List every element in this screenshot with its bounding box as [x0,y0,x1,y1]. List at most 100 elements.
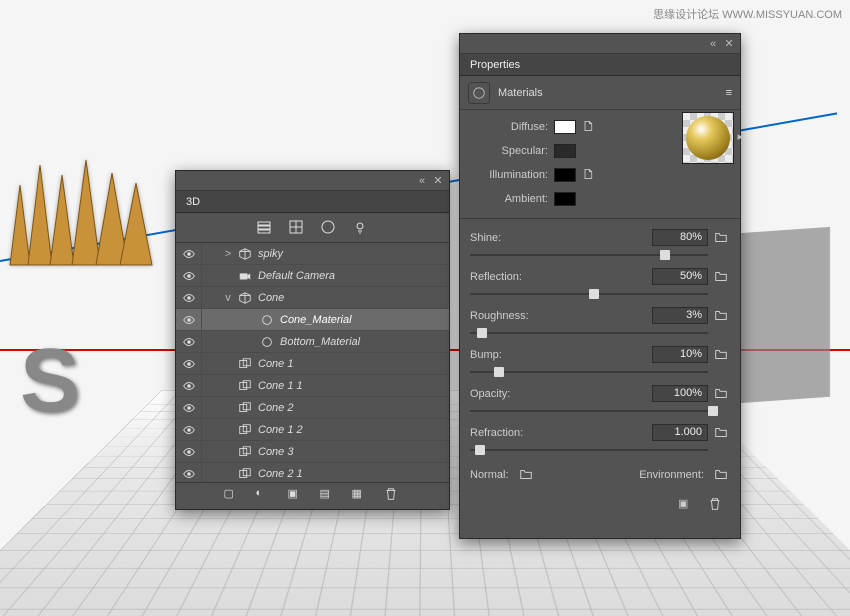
collapse-icon[interactable]: « [415,174,429,188]
slider-label: Opacity: [470,388,652,400]
color-swatch[interactable] [554,168,576,182]
filter-light-icon[interactable] [352,219,370,237]
slider-track[interactable] [470,404,708,418]
slider-track[interactable] [470,443,708,457]
tree-item-label: Cone 1 [258,358,293,370]
slider-track[interactable] [470,365,708,379]
visibility-toggle[interactable] [176,331,202,352]
tree-row[interactable]: vCone [176,287,449,309]
watermark: 思缘设计论坛 WWW.MISSYUAN.COM [653,6,842,22]
folder-icon[interactable] [714,269,730,285]
visibility-toggle[interactable] [176,287,202,308]
footer-render-icon[interactable]: ▤ [320,487,338,505]
slider-thumb[interactable] [475,445,485,455]
slider-value[interactable]: 10% [652,346,708,363]
tree-row[interactable]: Cone_Material [176,309,449,331]
folder-icon[interactable] [714,347,730,363]
tree-row[interactable]: > spiky [176,243,449,265]
visibility-toggle[interactable] [176,397,202,418]
tree-row[interactable]: Cone 2 1 [176,463,449,483]
color-swatch[interactable] [554,192,576,206]
visibility-toggle[interactable] [176,441,202,462]
visibility-toggle[interactable] [176,265,202,286]
slider-label: Bump: [470,349,652,361]
trash-icon[interactable] [708,497,726,515]
tree-row[interactable]: Cone 3 [176,441,449,463]
material-preview[interactable] [682,112,734,164]
tree-item-label: Cone 1 1 [258,380,303,392]
tree-row[interactable]: Cone 1 2 [176,419,449,441]
letter-3d: S [20,330,140,470]
texture-icon[interactable] [582,120,596,134]
slider-thumb[interactable] [589,289,599,299]
tree-row[interactable]: Cone 1 [176,353,449,375]
visibility-toggle[interactable] [176,309,202,330]
slider-thumb[interactable] [477,328,487,338]
filter-material-icon[interactable] [320,219,338,237]
visibility-toggle[interactable] [176,353,202,374]
swatch-row: Illumination: [470,164,730,186]
folder-icon[interactable] [714,308,730,324]
panel-tab[interactable]: Properties [460,54,740,76]
texture-icon[interactable] [582,168,596,182]
slider-thumb[interactable] [708,406,718,416]
folder-icon[interactable] [714,467,730,483]
slider-track[interactable] [470,326,708,340]
visibility-toggle[interactable] [176,419,202,440]
slider-thumb[interactable] [660,250,670,260]
normal-label: Normal: [470,469,509,481]
expand-toggle[interactable]: v [220,292,236,304]
folder-icon[interactable] [714,230,730,246]
tree-row[interactable]: Bottom_Material [176,331,449,353]
materials-section-icon[interactable] [468,82,490,104]
footer-add-icon[interactable]: ▦ [352,487,370,505]
tree-item-label: spiky [258,248,283,260]
color-swatch[interactable] [554,120,576,134]
slider-value[interactable]: 100% [652,385,708,402]
slider-row: Roughness:3% [470,307,730,340]
footer-icon[interactable]: ▢ [224,487,242,505]
filter-scene-icon[interactable] [256,219,274,237]
panel-menu-icon[interactable]: ≡ [726,87,732,99]
slider-track[interactable] [470,287,708,301]
close-icon[interactable]: ✕ [722,37,736,51]
slider-value[interactable]: 50% [652,268,708,285]
tree-item-label: Cone 2 [258,402,293,414]
folder-icon[interactable] [714,425,730,441]
3d-panel: « ✕ 3D > spiky Default CameravConeCone_Mat… [175,170,450,510]
slider-thumb[interactable] [494,367,504,377]
tree-row[interactable]: Default Camera [176,265,449,287]
slider-row: Shine:80% [470,229,730,262]
tree-item-label: Cone 3 [258,446,293,458]
tree-row[interactable]: Cone 1 1 [176,375,449,397]
expand-toggle[interactable]: > [220,248,236,260]
panel-header[interactable]: « ✕ [176,171,449,191]
trash-icon[interactable] [384,487,402,505]
visibility-toggle[interactable] [176,243,202,264]
preview-dropdown-icon[interactable]: ▸ [737,130,743,143]
slider-track[interactable] [470,248,708,262]
folder-icon[interactable] [714,386,730,402]
footer-light-icon[interactable]: ◐ [256,487,274,505]
slider-value[interactable]: 3% [652,307,708,324]
properties-panel: « ✕ Properties Materials ≡ Diffuse:Specu… [459,33,741,539]
render-icon[interactable]: ▣ [678,497,696,515]
visibility-toggle[interactable] [176,375,202,396]
panel-header[interactable]: « ✕ [460,34,740,54]
footer-new-icon[interactable]: ▣ [288,487,306,505]
slider-row: Bump:10% [470,346,730,379]
visibility-toggle[interactable] [176,463,202,483]
color-swatch[interactable] [554,144,576,158]
tree-row[interactable]: Cone 2 [176,397,449,419]
swatch-label: Specular: [470,145,548,157]
folder-icon[interactable] [519,467,535,483]
slider-value[interactable]: 1.000 [652,424,708,441]
camera-icon [236,267,254,285]
close-icon[interactable]: ✕ [431,174,445,188]
slider-value[interactable]: 80% [652,229,708,246]
material-icon [258,333,276,351]
collapse-icon[interactable]: « [706,37,720,51]
filter-mesh-icon[interactable] [288,219,306,237]
swatch-label: Ambient: [470,193,548,205]
panel-tab[interactable]: 3D [176,191,449,213]
